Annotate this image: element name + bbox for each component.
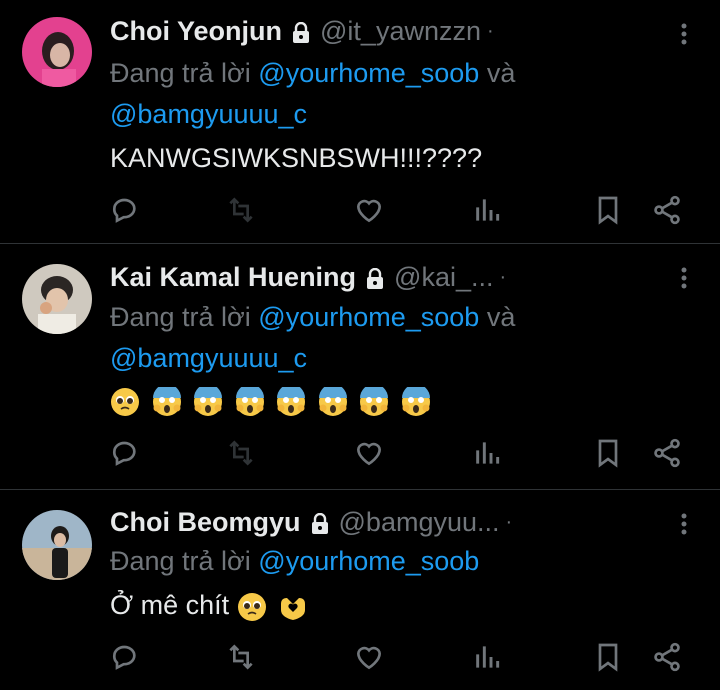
more-options-icon[interactable] bbox=[674, 504, 694, 544]
action-bar bbox=[0, 437, 720, 477]
action-bar bbox=[0, 194, 720, 234]
reply-conjunction: và bbox=[486, 58, 516, 88]
mention-link[interactable]: @yourhome_soob bbox=[258, 58, 479, 88]
lock-icon bbox=[366, 266, 384, 289]
tweet-3[interactable]: Choi Beomgyu @bamgyuu... · Đang trả lời … bbox=[0, 490, 720, 690]
reply-conjunction: và bbox=[486, 302, 516, 332]
share-icon[interactable] bbox=[651, 437, 687, 473]
like-icon[interactable] bbox=[353, 437, 389, 473]
tweet-header: Kai Kamal Huening @kai_... · bbox=[110, 257, 506, 297]
reply-context: Đang trả lời @yourhome_soob và bbox=[110, 302, 515, 333]
reply-icon[interactable] bbox=[109, 437, 145, 473]
reply-icon[interactable] bbox=[109, 641, 145, 677]
mention-link[interactable]: @bamgyuuuu_c bbox=[110, 99, 307, 129]
reply-prefix: Đang trả lời bbox=[110, 546, 251, 576]
display-name[interactable]: Choi Beomgyu bbox=[110, 507, 301, 538]
separator-dot: · bbox=[487, 19, 494, 42]
screaming-face-emoji bbox=[276, 383, 306, 417]
bookmark-icon[interactable] bbox=[592, 437, 628, 473]
tweet-emoji-text bbox=[110, 383, 435, 417]
pleading-face-emoji bbox=[237, 592, 267, 622]
share-icon[interactable] bbox=[651, 641, 687, 677]
avatar[interactable] bbox=[22, 264, 92, 334]
handle[interactable]: @it_yawnzzn bbox=[320, 16, 481, 47]
reply-prefix: Đang trả lời bbox=[110, 302, 251, 332]
screaming-face-emoji bbox=[235, 383, 265, 417]
heart-hands-emoji bbox=[278, 592, 308, 622]
avatar-image bbox=[22, 17, 92, 87]
display-name[interactable]: Choi Yeonjun bbox=[110, 16, 282, 47]
tweet-2[interactable]: Kai Kamal Huening @kai_... · Đang trả lờ… bbox=[0, 244, 720, 488]
separator-dot: · bbox=[499, 265, 507, 288]
mention-link[interactable]: @bamgyuuuu_c bbox=[110, 343, 307, 373]
views-icon[interactable] bbox=[471, 194, 507, 230]
bookmark-icon[interactable] bbox=[592, 641, 628, 677]
more-options-icon[interactable] bbox=[674, 14, 694, 54]
retweet-icon bbox=[225, 194, 261, 230]
screaming-face-emoji bbox=[193, 383, 223, 417]
retweet-icon bbox=[225, 437, 261, 473]
retweet-icon[interactable] bbox=[225, 641, 261, 677]
reply-prefix: Đang trả lời bbox=[110, 58, 251, 88]
views-icon[interactable] bbox=[471, 437, 507, 473]
avatar[interactable] bbox=[22, 17, 92, 87]
action-bar bbox=[0, 641, 720, 681]
like-icon[interactable] bbox=[353, 641, 389, 677]
separator-dot: · bbox=[505, 510, 513, 533]
reply-context-line-2: @bamgyuuuu_c bbox=[110, 99, 307, 130]
mention-link[interactable]: @yourhome_soob bbox=[258, 546, 479, 576]
tweet-header: Choi Beomgyu @bamgyuu... · bbox=[110, 502, 512, 542]
handle[interactable]: @bamgyuu... bbox=[339, 507, 500, 538]
screaming-face-emoji bbox=[359, 383, 389, 417]
share-icon[interactable] bbox=[651, 194, 687, 230]
tweet-header: Choi Yeonjun @it_yawnzzn · bbox=[110, 11, 494, 51]
views-icon[interactable] bbox=[471, 641, 507, 677]
tweet-text: Ở mê chít bbox=[110, 590, 230, 620]
display-name[interactable]: Kai Kamal Huening bbox=[110, 262, 356, 293]
screaming-face-emoji bbox=[401, 383, 431, 417]
screaming-face-emoji bbox=[318, 383, 348, 417]
reply-context: Đang trả lời @yourhome_soob bbox=[110, 546, 479, 577]
like-icon[interactable] bbox=[353, 194, 389, 230]
screaming-face-emoji bbox=[152, 383, 182, 417]
handle[interactable]: @kai_... bbox=[394, 262, 493, 293]
lock-icon bbox=[311, 511, 329, 534]
avatar[interactable] bbox=[22, 510, 92, 580]
avatar-image bbox=[22, 510, 92, 580]
reply-context: Đang trả lời @yourhome_soob và bbox=[110, 58, 515, 89]
avatar-image bbox=[22, 264, 92, 334]
tweet-1[interactable]: Choi Yeonjun @it_yawnzzn · Đang trả lời … bbox=[0, 0, 720, 243]
bookmark-icon[interactable] bbox=[592, 194, 628, 230]
reply-context-line-2: @bamgyuuuu_c bbox=[110, 343, 307, 374]
mention-link[interactable]: @yourhome_soob bbox=[258, 302, 479, 332]
pleading-face-emoji bbox=[110, 387, 140, 417]
tweet-text-row: Ở mê chít bbox=[110, 590, 312, 622]
more-options-icon[interactable] bbox=[674, 258, 694, 298]
lock-icon bbox=[292, 20, 310, 43]
reply-icon[interactable] bbox=[109, 194, 145, 230]
tweet-text: KANWGSIWKSNBSWH!!!???? bbox=[110, 143, 483, 173]
